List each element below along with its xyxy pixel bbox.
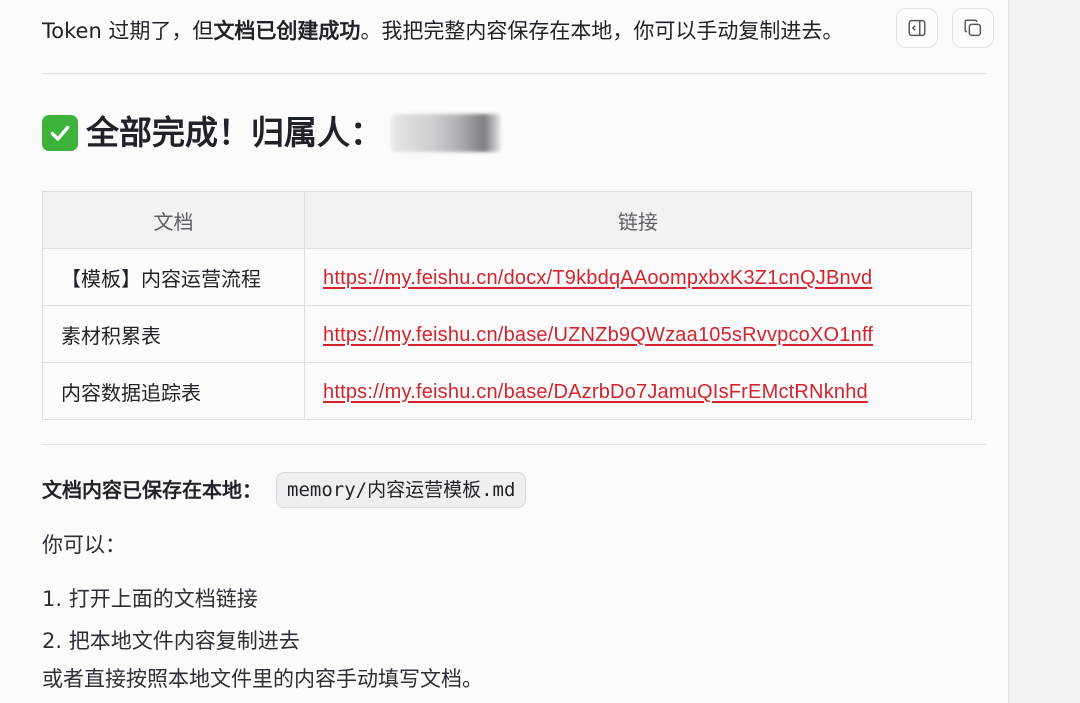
doc-name: 素材积累表 (42, 305, 305, 363)
doc-link[interactable]: https://my.feishu.cn/base/UZNZb9QWzaa105… (323, 324, 873, 346)
copy-button[interactable] (952, 8, 994, 48)
sidebar-panel-icon (908, 19, 926, 37)
table-row: 【模板】内容运营流程 https://my.feishu.cn/docx/T9k… (42, 248, 972, 306)
divider (42, 73, 986, 74)
sidebar-panel-button[interactable] (896, 8, 938, 48)
doc-name: 内容数据追踪表 (42, 362, 305, 420)
step-1: 1. 打开上面的文档链接 (42, 587, 258, 611)
table-header-row: 文档 链接 (42, 191, 972, 249)
saved-label: 文档内容已保存在本地： (42, 478, 262, 502)
copy-icon (964, 19, 982, 37)
you-can-text: 你可以： (42, 533, 126, 557)
check-mark-icon (42, 115, 78, 151)
closing-text: 或者直接按照本地文件里的内容手动填写文档。 (42, 667, 483, 691)
doc-link-cell: https://my.feishu.cn/docx/T9kbdqAAoompxb… (304, 248, 972, 306)
header-link: 链接 (304, 191, 972, 249)
doc-link-cell: https://my.feishu.cn/base/DAzrbDo7JamuQI… (304, 362, 972, 420)
doc-name: 【模板】内容运营流程 (42, 248, 305, 306)
intro-plain-2: 。我把完整内容保存在本地，你可以手动复制进去。 (360, 19, 844, 43)
table-row: 内容数据追踪表 https://my.feishu.cn/base/DAzrbD… (42, 362, 972, 420)
redacted-owner-name (391, 114, 501, 152)
doc-link[interactable]: https://my.feishu.cn/base/DAzrbDo7JamuQI… (323, 381, 868, 403)
chat-message-card: Token 过期了，但文档已创建成功。我把完整内容保存在本地，你可以手动复制进去… (0, 0, 1009, 703)
doc-link[interactable]: https://my.feishu.cn/docx/T9kbdqAAoompxb… (323, 267, 872, 289)
step-2: 2. 把本地文件内容复制进去 (42, 629, 300, 653)
saved-path-code: memory/内容运营模板.md (276, 472, 527, 508)
table-row: 素材积累表 https://my.feishu.cn/base/UZNZb9QW… (42, 305, 972, 363)
divider (42, 444, 986, 445)
doc-link-cell: https://my.feishu.cn/base/UZNZb9QWzaa105… (304, 305, 972, 363)
intro-text: Token 过期了，但文档已创建成功。我把完整内容保存在本地，你可以手动复制进去… (42, 16, 902, 46)
saved-location: 文档内容已保存在本地： memory/内容运营模板.md (42, 472, 527, 508)
documents-table: 文档 链接 【模板】内容运营流程 https://my.feishu.cn/do… (42, 191, 972, 420)
intro-plain-1: Token 过期了，但 (42, 19, 214, 43)
heading-text: 全部完成！归属人： (86, 113, 383, 152)
intro-bold: 文档已创建成功 (213, 19, 361, 43)
completion-heading: 全部完成！归属人： (42, 108, 501, 158)
header-document: 文档 (42, 191, 305, 249)
